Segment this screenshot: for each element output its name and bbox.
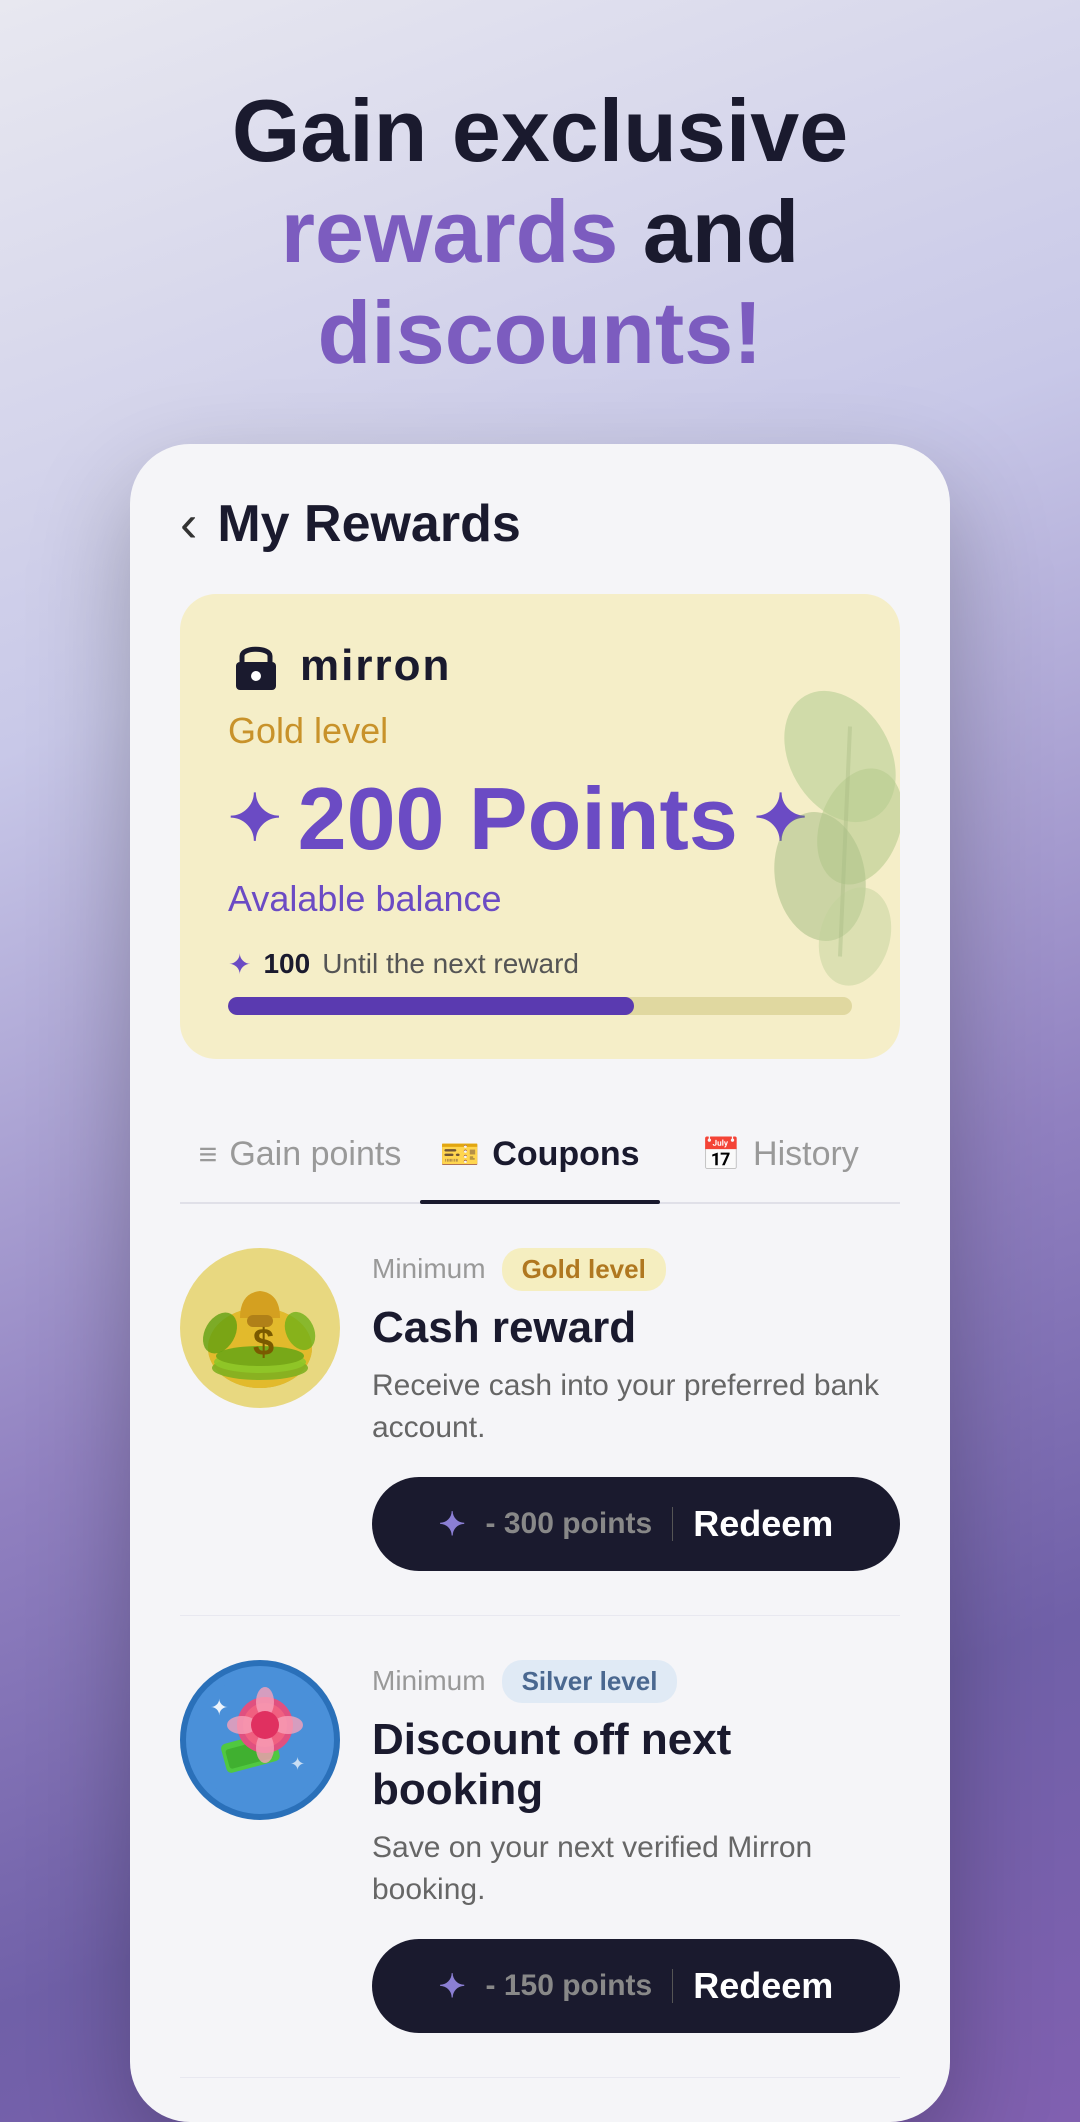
phone-card: ‹ My Rewards mirron Gold level ✦ 200 Poi… (130, 444, 950, 2122)
tab-gain-label: Gain points (229, 1135, 401, 1174)
next-reward-number: 100 (263, 948, 310, 980)
gain-points-icon: ≡ (199, 1136, 218, 1173)
brand-name: mirron (300, 641, 451, 691)
cash-level-badge: Gold level (502, 1248, 666, 1291)
svg-text:$: $ (253, 1322, 274, 1364)
coupon-cash-reward: $ Minimum Gold level Cash reward Receive… (180, 1248, 900, 1616)
tab-history-label: History (753, 1135, 859, 1174)
discount-level-badge: Silver level (502, 1660, 678, 1703)
page-title: My Rewards (217, 494, 520, 554)
cash-reward-body: Minimum Gold level Cash reward Receive c… (372, 1248, 900, 1571)
next-reward-text: Until the next reward (322, 948, 579, 980)
tab-gain-points[interactable]: ≡ Gain points (180, 1107, 420, 1202)
brand-logo-icon (228, 638, 284, 694)
cash-minimum-label: Minimum (372, 1253, 486, 1285)
cash-redeem-label: Redeem (693, 1503, 833, 1545)
discount-booking-icon: ✦ ✦ (180, 1660, 340, 1820)
hero-section: Gain exclusive rewards and discounts! (0, 0, 1080, 424)
tab-coupons[interactable]: 🎫 Coupons (420, 1107, 660, 1202)
cash-reward-name: Cash reward (372, 1303, 900, 1353)
discount-minimum-label: Minimum (372, 1665, 486, 1697)
cash-redeem-button[interactable]: ✦ - 300 points Redeem (372, 1477, 900, 1571)
progress-fill (228, 997, 634, 1015)
cash-minimum-row: Minimum Gold level (372, 1248, 900, 1291)
points-value: 200 Points (298, 768, 738, 870)
page-header: ‹ My Rewards (180, 494, 900, 554)
cash-points-cost: - 300 points (486, 1507, 674, 1541)
svg-text:✦: ✦ (210, 1695, 228, 1720)
discount-minimum-row: Minimum Silver level (372, 1660, 900, 1703)
discount-sparkle-icon: ✦ (439, 1967, 466, 2005)
discount-points-cost: - 150 points (486, 1969, 674, 2003)
discount-redeem-button[interactable]: ✦ - 150 points Redeem (372, 1939, 900, 2033)
discount-booking-desc: Save on your next verified Mirron bookin… (372, 1827, 900, 1911)
sparkle-left: ✦ (228, 781, 282, 856)
cash-reward-icon: $ (180, 1248, 340, 1408)
discount-svg: ✦ ✦ (190, 1670, 330, 1810)
points-card: mirron Gold level ✦ 200 Points ✦ Avalabl… (180, 594, 900, 1059)
discount-booking-name: Discount off next booking (372, 1715, 900, 1815)
coupons-icon: 🎫 (440, 1135, 480, 1173)
tab-history[interactable]: 📅 History (660, 1107, 900, 1202)
tabs-bar: ≡ Gain points 🎫 Coupons 📅 History (180, 1107, 900, 1204)
svg-text:✦: ✦ (290, 1754, 305, 1774)
money-bag-svg: $ (195, 1263, 325, 1393)
tab-coupons-label: Coupons (492, 1135, 639, 1174)
leaves-decoration (700, 594, 900, 1059)
back-button[interactable]: ‹ (180, 498, 197, 550)
coupon-discount-booking: ✦ ✦ Minimum Silver level Discount off ne… (180, 1660, 900, 2078)
cash-reward-desc: Receive cash into your preferred bank ac… (372, 1365, 900, 1449)
discount-redeem-label: Redeem (693, 1965, 833, 2007)
redeem-sparkle-icon: ✦ (439, 1505, 466, 1543)
next-reward-sparkle: ✦ (228, 948, 251, 981)
discount-booking-body: Minimum Silver level Discount off next b… (372, 1660, 900, 2033)
history-icon: 📅 (701, 1135, 741, 1173)
hero-title: Gain exclusive rewards and discounts! (60, 80, 1020, 384)
